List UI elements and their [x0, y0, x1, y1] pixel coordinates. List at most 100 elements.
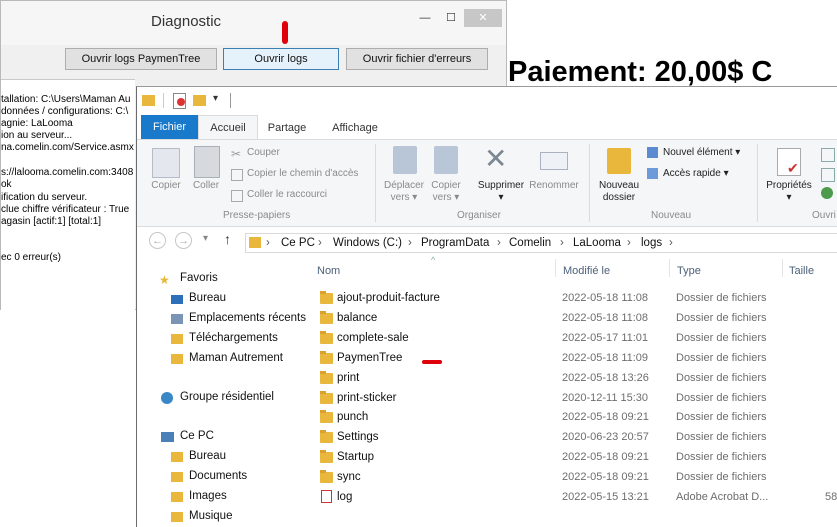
- history-icon[interactable]: [821, 187, 833, 199]
- easy-access-icon: [647, 168, 658, 179]
- nav-ce-pc[interactable]: Ce PC: [180, 430, 214, 442]
- breadcrumb-windows-c[interactable]: Windows (C:): [333, 237, 402, 249]
- forward-button[interactable]: →: [175, 232, 192, 249]
- open-logs-button[interactable]: Ouvrir logs: [223, 48, 339, 70]
- close-button[interactable]: ✕: [464, 9, 502, 27]
- open-icon[interactable]: [821, 148, 835, 162]
- desktop-icon: [171, 295, 183, 304]
- file-name[interactable]: sync: [337, 471, 361, 483]
- copy-to-button[interactable]: Copier: [425, 180, 467, 192]
- file-name[interactable]: punch: [337, 411, 368, 423]
- nav-groupe-residentiel[interactable]: Groupe résidentiel: [180, 391, 274, 403]
- breadcrumb-logs[interactable]: logs: [641, 237, 662, 249]
- group-label-open: Ouvri: [812, 210, 836, 221]
- move-to-button-arrow[interactable]: vers ▾: [381, 192, 427, 204]
- documents-icon: [171, 472, 183, 482]
- red-underline-mark: [422, 360, 442, 364]
- move-to-button[interactable]: Déplacer: [381, 180, 427, 192]
- rename-button[interactable]: Renommer: [529, 180, 579, 192]
- tab-partage[interactable]: Partage: [259, 118, 315, 138]
- breadcrumb[interactable]: › Ce PC › Windows (C:) › ProgramData › C…: [245, 233, 837, 253]
- file-name[interactable]: PaymenTree: [337, 352, 402, 364]
- back-button[interactable]: ←: [149, 232, 166, 249]
- properties-button[interactable]: Propriétés: [761, 180, 817, 192]
- file-date: 2022-05-18 09:21: [562, 411, 649, 423]
- nav-images[interactable]: Images: [189, 490, 227, 502]
- breadcrumb-ce-pc[interactable]: Ce PC: [281, 237, 315, 249]
- breadcrumb-programdata[interactable]: ProgramData: [421, 237, 489, 249]
- copy-button[interactable]: Copier: [147, 180, 185, 192]
- folder-icon: [320, 371, 333, 384]
- cut-button[interactable]: Couper: [247, 147, 280, 159]
- file-type: Dossier de fichiers: [676, 292, 767, 304]
- nav-musique[interactable]: Musique: [189, 510, 232, 522]
- column-header-name[interactable]: Nom: [317, 265, 340, 277]
- delete-button-arrow[interactable]: ▾: [473, 192, 529, 204]
- tab-affichage[interactable]: Affichage: [323, 118, 387, 138]
- folder-icon: [142, 95, 155, 106]
- file-type: Adobe Acrobat D...: [676, 491, 769, 503]
- recent-locations-button[interactable]: ▾: [203, 233, 208, 244]
- paste-button[interactable]: Coller: [187, 180, 225, 192]
- copy-path-button[interactable]: Copier le chemin d'accès: [247, 168, 358, 180]
- file-name[interactable]: balance: [337, 312, 377, 324]
- tab-accueil[interactable]: Accueil: [198, 115, 258, 140]
- delete-button[interactable]: Supprimer: [473, 180, 529, 192]
- file-name[interactable]: log: [337, 491, 352, 503]
- breadcrumb-separator: ›: [497, 237, 501, 249]
- file-name[interactable]: Settings: [337, 431, 379, 443]
- column-separator: [669, 259, 670, 277]
- nav-bureau[interactable]: Bureau: [189, 292, 226, 304]
- file-date: 2022-05-18 11:09: [562, 352, 649, 364]
- column-separator: [782, 259, 783, 277]
- easy-access-button[interactable]: Accès rapide ▾: [663, 168, 729, 180]
- diagnostic-log: tallation: C:\Users\Maman Au données / c…: [1, 79, 135, 312]
- file-name[interactable]: ajout-produit-facture: [337, 292, 440, 304]
- nav-bureau-pc[interactable]: Bureau: [189, 450, 226, 462]
- group-label-new: Nouveau: [651, 210, 692, 221]
- open-paymentree-logs-button[interactable]: Ouvrir logs PaymenTree: [65, 48, 217, 70]
- diagnostic-title: Diagnostic: [151, 13, 222, 30]
- scissors-icon: ✂: [231, 147, 242, 161]
- nav-maman-autrement[interactable]: Maman Autrement: [189, 352, 283, 364]
- nav-telechargements[interactable]: Téléchargements: [189, 332, 278, 344]
- check-badge-icon: [177, 98, 185, 106]
- file-name[interactable]: Startup: [337, 451, 374, 463]
- edit-icon[interactable]: [821, 168, 835, 182]
- minimize-button[interactable]: —: [412, 9, 438, 27]
- file-name[interactable]: print-sticker: [337, 392, 396, 404]
- file-size: 58: [825, 491, 837, 503]
- log-line: na.comelin.com/Service.asmx: [1, 142, 134, 153]
- explorer-window: ▾ Fichier Accueil Partage Affichage Copi…: [136, 86, 837, 527]
- breadcrumb-comelin[interactable]: Comelin: [509, 237, 551, 249]
- group-separator: [589, 144, 590, 222]
- file-name[interactable]: complete-sale: [337, 332, 409, 344]
- column-header-type[interactable]: Type: [677, 265, 701, 277]
- file-name[interactable]: print: [337, 372, 359, 384]
- new-folder-button[interactable]: Nouveau: [593, 180, 645, 192]
- folder-icon: [320, 311, 333, 324]
- breadcrumb-separator: ›: [408, 237, 412, 249]
- new-item-button[interactable]: Nouvel élément ▾: [663, 147, 740, 159]
- new-folder-quick-icon[interactable]: [193, 95, 206, 106]
- nav-documents[interactable]: Documents: [189, 470, 247, 482]
- nav-favoris[interactable]: Favoris: [180, 272, 218, 284]
- navigation-pane: ★ Favoris Bureau Emplacements récents Té…: [137, 257, 306, 527]
- new-folder-button-line2[interactable]: dossier: [593, 192, 645, 204]
- properties-button-arrow[interactable]: ▾: [761, 192, 817, 204]
- tab-fichier[interactable]: Fichier: [141, 115, 198, 139]
- file-type: Dossier de fichiers: [676, 352, 767, 364]
- breadcrumb-lalooma[interactable]: LaLooma: [573, 237, 621, 249]
- maximize-button[interactable]: ☐: [438, 9, 464, 27]
- column-header-size[interactable]: Taille: [789, 265, 814, 277]
- quick-access-dropdown-icon[interactable]: ▾: [213, 93, 218, 104]
- nav-emplacements-recents[interactable]: Emplacements récents: [189, 312, 306, 324]
- copy-to-button-arrow[interactable]: vers ▾: [425, 192, 467, 204]
- file-type: Dossier de fichiers: [676, 411, 767, 423]
- paste-shortcut-button[interactable]: Coller le raccourci: [247, 189, 327, 201]
- column-header-modified[interactable]: Modifié le: [563, 265, 610, 277]
- pdf-icon: [321, 490, 332, 503]
- log-line: ec 0 erreur(s): [1, 252, 62, 263]
- up-button[interactable]: ↑: [224, 231, 231, 247]
- open-error-file-button[interactable]: Ouvrir fichier d'erreurs: [346, 48, 488, 70]
